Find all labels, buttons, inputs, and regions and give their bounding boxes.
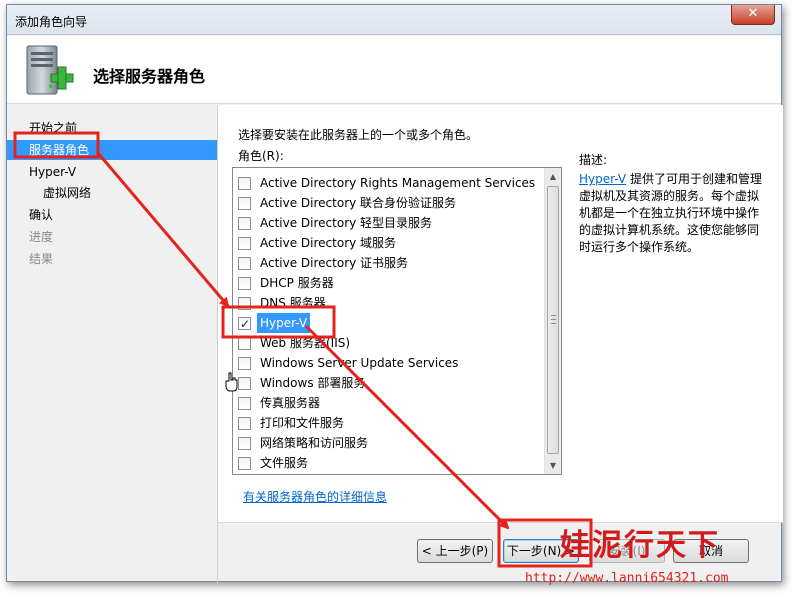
close-icon: ✕ <box>747 6 759 21</box>
role-label: 网络策略和访问服务 <box>260 436 369 450</box>
watermark-url: http://www.lanni654321.com <box>525 571 729 586</box>
role-checkbox[interactable] <box>238 397 251 410</box>
roles-listbox[interactable]: Active Directory Rights Management Servi… <box>232 167 562 475</box>
role-checkbox[interactable] <box>238 417 251 430</box>
instruction-text: 选择要安装在此服务器上的一个或多个角色。 <box>238 128 479 142</box>
more-info-link[interactable]: 有关服务器角色的详细信息 <box>243 488 387 505</box>
grip-icon <box>551 315 556 324</box>
role-label: Windows 部署服务 <box>260 376 366 390</box>
role-checkbox[interactable] <box>238 257 251 270</box>
description-label: 描述: <box>579 153 608 167</box>
role-checkbox[interactable] <box>238 377 251 390</box>
wizard-window: 添加角色向导 ✕ 选择服务器角色 开始之前 服务器角色 Hyper-V 虚拟网络… <box>6 4 783 583</box>
list-item[interactable]: Active Directory 证书服务 <box>235 253 545 273</box>
server-add-icon <box>26 45 74 95</box>
role-checkbox[interactable] <box>238 337 251 350</box>
page-title: 选择服务器角色 <box>93 67 206 86</box>
role-label: 文件服务 <box>260 456 309 470</box>
close-button[interactable]: ✕ <box>731 5 775 25</box>
list-item[interactable]: 文件服务 <box>235 453 545 473</box>
role-label: DHCP 服务器 <box>260 276 334 290</box>
list-item[interactable]: Active Directory 域服务 <box>235 233 545 253</box>
role-checkbox[interactable] <box>238 457 251 470</box>
list-item[interactable]: Active Directory 轻型目录服务 <box>235 213 545 233</box>
nav-item-server-roles[interactable]: 服务器角色 <box>7 140 217 160</box>
list-item[interactable]: 打印和文件服务 <box>235 413 545 433</box>
list-item[interactable]: Active Directory 联合身份验证服务 <box>235 193 545 213</box>
role-label: Web 服务器(IIS) <box>260 336 351 350</box>
role-label: Windows Server Update Services <box>260 356 459 370</box>
nav-item-progress: 进度 <box>29 230 54 244</box>
list-item[interactable]: Windows Server Update Services <box>235 353 545 373</box>
role-label: Active Directory 联合身份验证服务 <box>260 196 457 210</box>
prev-button[interactable]: < 上一步(P) <box>417 539 493 563</box>
role-checkbox[interactable] <box>238 237 251 250</box>
hyper-v-link[interactable]: Hyper-V <box>579 172 626 186</box>
content-panel: 选择要安装在此服务器上的一个或多个角色。 角色(R): Active Direc… <box>218 105 783 523</box>
roles-label: 角色(R): <box>238 149 284 163</box>
role-label: Hyper-V <box>257 313 311 333</box>
hand-cursor-icon <box>225 372 238 392</box>
wizard-nav: 开始之前 服务器角色 Hyper-V 虚拟网络 确认 进度 结果 <box>7 105 217 483</box>
list-item[interactable]: 网络策略和访问服务 <box>235 433 545 453</box>
role-checkbox[interactable] <box>238 437 251 450</box>
list-item[interactable]: Windows 部署服务 <box>235 373 545 393</box>
role-label: Active Directory Rights Management Servi… <box>260 176 536 190</box>
list-item[interactable]: DNS 服务器 <box>235 293 545 313</box>
role-label: DNS 服务器 <box>260 296 326 310</box>
nav-item-virtual-network[interactable]: 虚拟网络 <box>7 183 217 203</box>
watermark-text: 娃泥行天下 <box>560 528 720 563</box>
role-checkbox[interactable] <box>238 217 251 230</box>
window-title: 添加角色向导 <box>15 15 88 29</box>
role-checkbox[interactable] <box>238 357 251 370</box>
role-label: Active Directory 域服务 <box>260 236 397 250</box>
scroll-up-arrow-icon[interactable]: ▲ <box>545 168 561 185</box>
description-text: Hyper-V 提供了可用于创建和管理虚拟机及其资源的服务。每个虚拟机都是一个在… <box>579 171 765 256</box>
list-item[interactable]: Active Directory Rights Management Servi… <box>235 173 545 193</box>
list-item[interactable]: DHCP 服务器 <box>235 273 545 293</box>
title-bar[interactable]: 添加角色向导 ✕ <box>7 5 781 35</box>
role-label: Active Directory 证书服务 <box>260 256 409 270</box>
roles-scrollbar[interactable]: ▲ ▼ <box>544 168 561 474</box>
role-label: 传真服务器 <box>260 396 321 410</box>
role-checkbox[interactable] <box>238 177 251 190</box>
list-item-hyper-v[interactable]: Hyper-V <box>235 313 545 334</box>
nav-item-before-you-begin[interactable]: 开始之前 <box>7 118 217 138</box>
role-checkbox-checked[interactable] <box>238 314 251 334</box>
scroll-thumb[interactable] <box>547 186 559 454</box>
role-label: 打印和文件服务 <box>260 416 345 430</box>
scroll-down-arrow-icon[interactable]: ▼ <box>545 457 561 474</box>
list-item[interactable]: 传真服务器 <box>235 393 545 413</box>
role-label: Active Directory 轻型目录服务 <box>260 216 433 230</box>
list-item[interactable]: Web 服务器(IIS) <box>235 333 545 353</box>
nav-item-results: 结果 <box>29 252 54 266</box>
role-checkbox[interactable] <box>238 297 251 310</box>
role-checkbox[interactable] <box>238 277 251 290</box>
nav-item-confirmation[interactable]: 确认 <box>7 205 217 225</box>
wizard-header: 选择服务器角色 <box>7 36 781 104</box>
nav-item-hyper-v[interactable]: Hyper-V <box>7 162 217 182</box>
role-checkbox[interactable] <box>238 197 251 210</box>
